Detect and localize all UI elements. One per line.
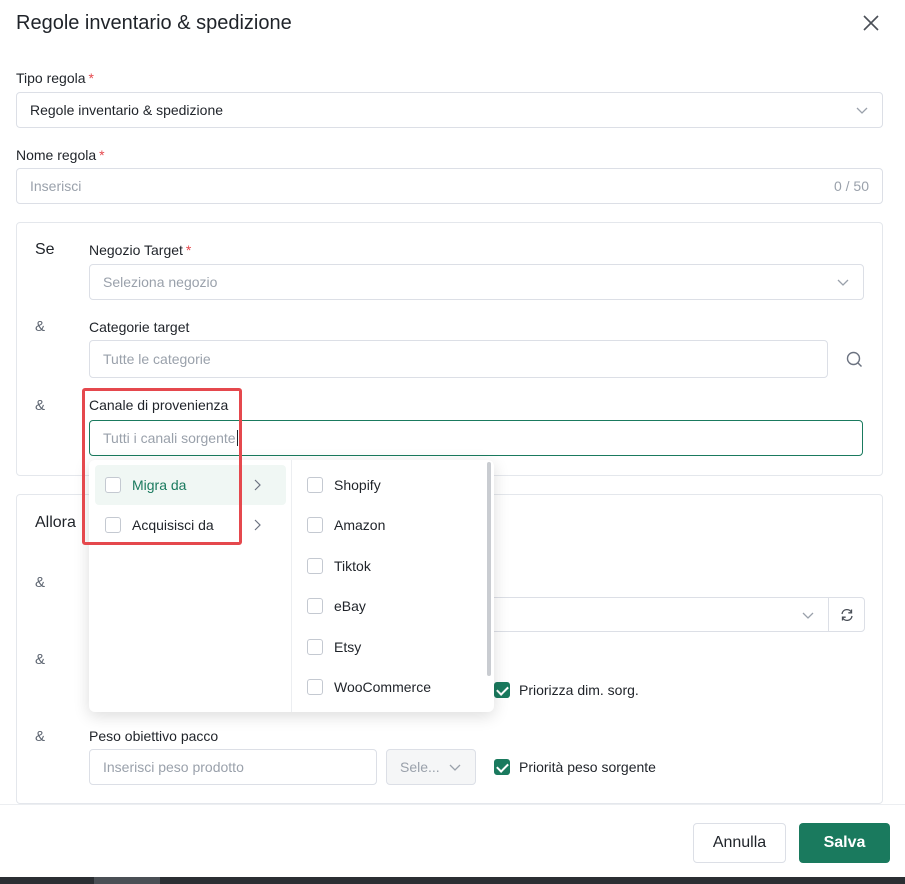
prioritize-dim-label: Priorizza dim. sorg. [519,682,639,698]
cancel-button[interactable]: Annulla [693,823,786,863]
channel-option-woocommerce[interactable]: WooCommerce [307,679,431,695]
channel-label: Etsy [334,639,362,655]
chevron-down-icon [837,279,849,286]
weight-priority-label: Priorità peso sorgente [519,759,656,775]
checkbox[interactable] [307,598,323,614]
target-categories-input[interactable]: Tutte le categorie [89,340,828,378]
taskbar-item [94,877,160,884]
channel-option-shopify[interactable]: Shopify [307,477,381,493]
refresh-button[interactable] [828,597,865,632]
prioritize-dim-checkbox[interactable]: Priorizza dim. sorg. [494,682,639,698]
channel-label: WooCommerce [334,679,431,695]
action-select[interactable] [440,597,829,632]
channel-label: Tiktok [334,558,371,574]
checkbox[interactable] [307,679,323,695]
weight-unit-placeholder: Sele... [400,759,440,775]
target-categories-placeholder: Tutte le categorie [103,351,211,367]
chevron-down-icon [449,764,461,771]
checkbox[interactable] [307,477,323,493]
dialog-footer: Annulla Salva [0,804,905,884]
channel-option-etsy[interactable]: Etsy [307,639,361,655]
rule-type-select[interactable]: Regole inventario & spedizione [16,92,883,128]
channel-label: Amazon [334,517,386,533]
chevron-down-icon [856,107,868,114]
weight-priority-checkbox[interactable]: Priorità peso sorgente [494,759,656,775]
rule-name-counter: 0 / 50 [833,178,869,194]
scrollbar-thumb[interactable] [487,462,491,676]
target-store-placeholder: Seleziona negozio [103,274,218,290]
target-weight-label: Peso obiettivo pacco [89,728,219,744]
checkbox[interactable] [307,558,323,574]
chevron-right-icon [254,479,261,491]
rule-name-label: Nome regola * [16,147,105,163]
search-icon[interactable] [846,351,863,368]
highlight-box [82,388,242,545]
channel-option-amazon[interactable]: Amazon [307,517,385,533]
close-icon[interactable] [862,14,880,32]
weight-unit-select[interactable]: Sele... [386,749,476,785]
channel-label: Shopify [334,477,381,493]
and-label: & [35,397,46,414]
rule-type-label: Tipo regola * [16,70,94,86]
save-button[interactable]: Salva [799,823,890,863]
channel-label: eBay [334,598,366,614]
then-label: Allora [35,514,76,531]
column-divider [291,460,292,712]
target-weight-input[interactable]: Inserisci peso prodotto [89,749,377,785]
checkbox-checked[interactable] [494,682,510,698]
checkbox[interactable] [307,639,323,655]
if-label: Se [35,241,55,258]
checkbox-checked[interactable] [494,759,510,775]
chevron-down-icon [802,612,814,619]
dialog-title: Regole inventario & spedizione [16,12,292,34]
target-store-label: Negozio Target * [89,242,192,258]
and-label: & [35,728,46,745]
and-label: & [35,318,46,335]
target-weight-placeholder: Inserisci peso prodotto [103,759,244,775]
chevron-right-icon [254,519,261,531]
channel-option-tiktok[interactable]: Tiktok [307,558,371,574]
rule-name-input[interactable]: Inserisci 0 / 50 [16,168,883,204]
rule-type-value: Regole inventario & spedizione [30,102,224,118]
checkbox[interactable] [307,517,323,533]
target-store-select[interactable]: Seleziona negozio [89,264,864,300]
rule-name-placeholder: Inserisci [30,178,82,194]
and-label: & [35,651,46,668]
and-label: & [35,574,46,591]
target-categories-label: Categorie target [89,319,190,335]
channel-option-ebay[interactable]: eBay [307,598,366,614]
refresh-icon [840,608,853,621]
